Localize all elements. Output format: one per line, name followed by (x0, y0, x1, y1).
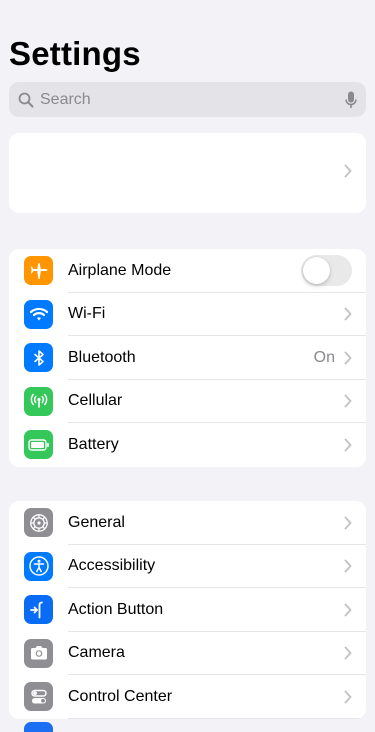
settings-row-control-center[interactable]: Control Center (9, 675, 366, 719)
accessibility-icon (24, 551, 53, 581)
airplane-icon (24, 256, 53, 286)
row-label: Battery (68, 435, 119, 453)
control-center-icon (24, 682, 53, 712)
row-label: Action Button (68, 600, 164, 618)
row-value: On (313, 348, 335, 366)
settings-row-wifi[interactable]: Wi-Fi (9, 293, 366, 337)
settings-row-action-button[interactable]: Action Button (9, 588, 366, 632)
row-label: Wi-Fi (68, 305, 106, 323)
connectivity-group: Airplane Mode Wi-Fi Bluetooth On Cellula… (9, 249, 366, 467)
bluetooth-icon (24, 343, 53, 373)
search-icon (17, 91, 35, 109)
airplane-mode-toggle[interactable] (301, 255, 352, 287)
chevron-right-icon (344, 646, 352, 660)
settings-row-accessibility[interactable]: Accessibility (9, 545, 366, 589)
microphone-icon[interactable] (344, 90, 358, 110)
chevron-right-icon (344, 603, 352, 617)
row-label: Cellular (68, 392, 123, 410)
settings-row-camera[interactable]: Camera (9, 632, 366, 676)
chevron-right-icon (344, 164, 352, 178)
row-label: Control Center (68, 687, 173, 705)
settings-row-bluetooth[interactable]: Bluetooth On (9, 336, 366, 380)
search-input[interactable]: Search (40, 91, 344, 109)
account-card[interactable] (9, 133, 366, 213)
settings-row-battery[interactable]: Battery (9, 423, 366, 467)
chevron-right-icon (344, 351, 352, 365)
settings-row-general[interactable]: General (9, 501, 366, 545)
row-label: Bluetooth (68, 348, 136, 366)
chevron-right-icon (344, 307, 352, 321)
row-label: General (68, 513, 125, 531)
battery-icon (24, 430, 53, 460)
settings-row-airplane-mode[interactable]: Airplane Mode (9, 249, 366, 293)
wifi-icon (24, 299, 53, 329)
settings-row-cellular[interactable]: Cellular (9, 380, 366, 424)
cellular-icon (24, 386, 53, 416)
gear-icon (24, 508, 53, 538)
system-group: General Accessibility Action Button Came… (9, 501, 366, 719)
page-title: Settings (9, 35, 141, 72)
chevron-right-icon (344, 559, 352, 573)
chevron-right-icon (344, 516, 352, 530)
row-label: Camera (68, 644, 125, 662)
camera-icon (24, 638, 53, 668)
partial-row-icon (24, 722, 53, 732)
search-bar[interactable]: Search (9, 82, 366, 117)
chevron-right-icon (344, 394, 352, 408)
chevron-right-icon (344, 690, 352, 704)
row-label: Accessibility (68, 557, 156, 575)
action-button-icon (24, 595, 53, 625)
row-label: Airplane Mode (68, 261, 172, 279)
chevron-right-icon (344, 438, 352, 452)
